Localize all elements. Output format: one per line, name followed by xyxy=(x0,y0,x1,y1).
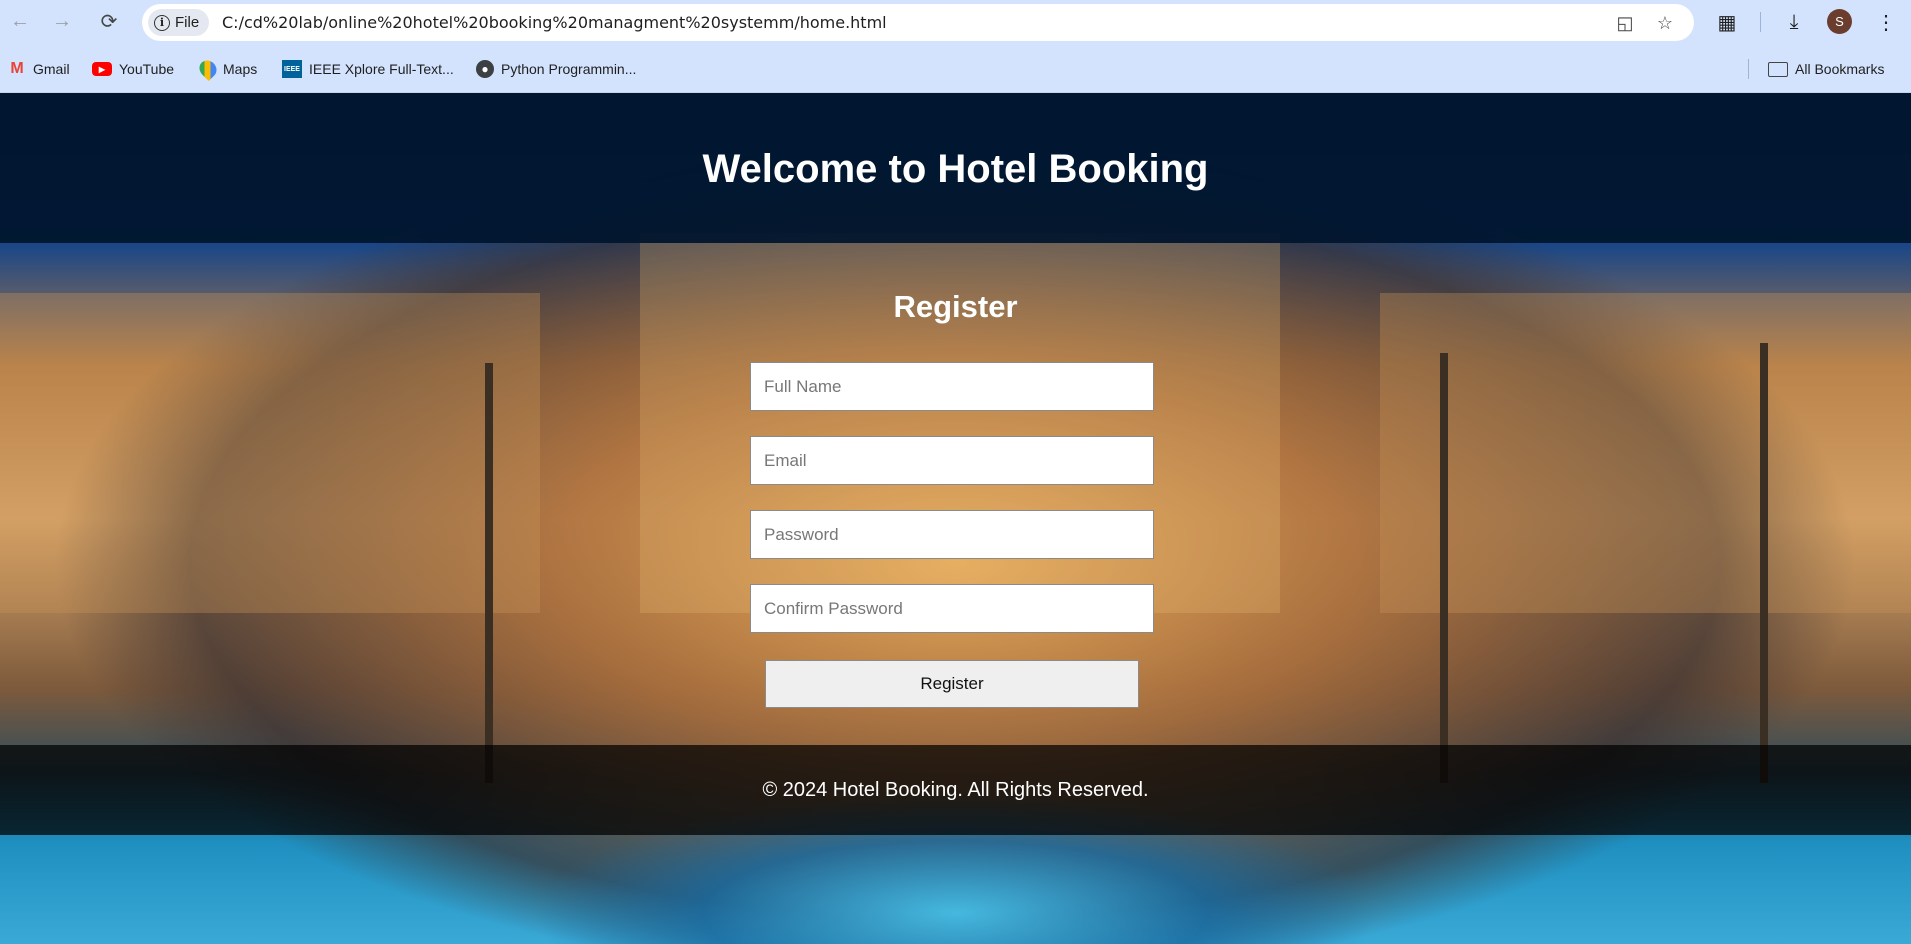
bookmark-label: Python Programmin... xyxy=(501,61,637,77)
all-bookmarks-button[interactable]: All Bookmarks xyxy=(1768,57,1884,81)
bookmark-python[interactable]: ● Python Programmin... xyxy=(476,57,636,81)
bookmark-gmail[interactable]: M Gmail xyxy=(8,57,70,81)
forward-button[interactable]: → xyxy=(48,7,76,35)
menu-kebab-icon[interactable]: ⋮ xyxy=(1872,8,1900,36)
ieee-icon: IEEE xyxy=(282,60,302,78)
bookmarks-bar: M Gmail ▶ YouTube Maps IEEE IEEE Xplore … xyxy=(0,45,1911,93)
bookmark-label: Maps xyxy=(223,61,258,77)
bookmark-maps[interactable]: Maps xyxy=(195,56,258,82)
bookmark-ieee[interactable]: IEEE IEEE Xplore Full-Text... xyxy=(282,57,454,81)
url-text[interactable]: C:/cd%20lab/online%20hotel%20booking%20m… xyxy=(222,13,887,32)
email-input[interactable] xyxy=(750,436,1154,485)
bookmarks-divider xyxy=(1748,59,1749,79)
page-header: Welcome to Hotel Booking xyxy=(0,93,1911,243)
bookmark-youtube[interactable]: ▶ YouTube xyxy=(92,57,174,81)
page-title: Welcome to Hotel Booking xyxy=(702,146,1209,191)
address-bar[interactable]: i File C:/cd%20lab/online%20hotel%20book… xyxy=(142,4,1694,41)
bookmark-star-icon[interactable]: ☆ xyxy=(1654,12,1676,34)
password-input[interactable] xyxy=(750,510,1154,559)
toolbar-divider xyxy=(1760,12,1761,32)
translate-icon[interactable]: ◱ xyxy=(1614,12,1636,34)
hotel-wing-right xyxy=(1380,293,1911,613)
page-footer: © 2024 Hotel Booking. All Rights Reserve… xyxy=(0,745,1911,835)
register-button[interactable]: Register xyxy=(765,660,1139,708)
register-heading: Register xyxy=(893,289,1018,324)
full-name-input[interactable] xyxy=(750,362,1154,411)
reload-button[interactable]: ⟳ xyxy=(95,7,123,35)
bookmark-label: IEEE Xplore Full-Text... xyxy=(309,61,454,77)
bookmark-label: Gmail xyxy=(33,61,70,77)
palm-tree xyxy=(485,363,493,783)
site-info-chip[interactable]: i File xyxy=(148,9,210,36)
palm-tree xyxy=(1440,353,1448,783)
maps-icon xyxy=(195,56,221,82)
info-icon: i xyxy=(154,14,170,31)
download-icon[interactable]: ⤓ xyxy=(1780,8,1808,36)
all-bookmarks-label: All Bookmarks xyxy=(1795,61,1885,77)
site-chip-label: File xyxy=(175,14,200,31)
bookmark-label: YouTube xyxy=(119,61,175,77)
back-button[interactable]: ← xyxy=(6,7,34,35)
folder-icon xyxy=(1768,61,1788,77)
extensions-icon[interactable]: ▦ xyxy=(1713,8,1741,36)
hotel-wing-left xyxy=(0,293,540,613)
browser-toolbar: ← → ⟳ i File C:/cd%20lab/online%20hotel%… xyxy=(0,0,1911,45)
footer-text: © 2024 Hotel Booking. All Rights Reserve… xyxy=(762,778,1149,801)
page-background: Welcome to Hotel Booking Register Regist… xyxy=(0,93,1911,944)
confirm-password-input[interactable] xyxy=(750,584,1154,633)
youtube-icon: ▶ xyxy=(92,62,112,76)
palm-tree xyxy=(1760,343,1768,783)
gmail-icon: M xyxy=(10,60,24,77)
globe-icon: ● xyxy=(476,60,494,78)
profile-avatar[interactable]: S xyxy=(1827,9,1852,34)
